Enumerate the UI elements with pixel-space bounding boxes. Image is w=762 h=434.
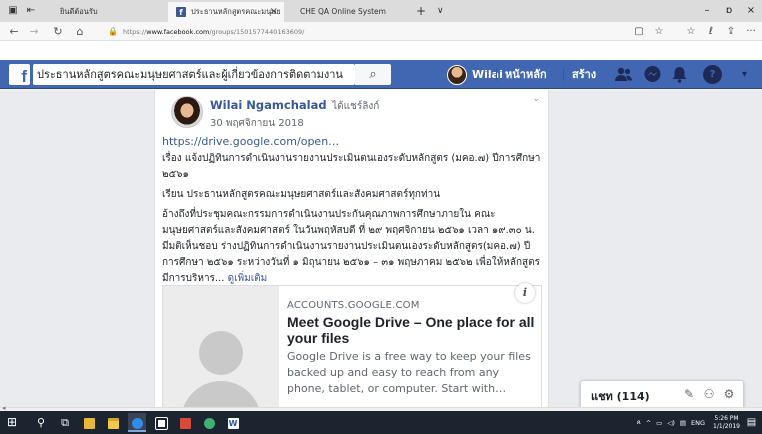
new-group-icon[interactable]: ⚇ [701, 386, 717, 402]
word-icon[interactable]: W [224, 413, 242, 432]
post-line: อ้างถึงที่ประชุมคณะกรรมการดำเนินงานประกั… [162, 209, 541, 284]
set-aside-tabs-icon[interactable]: ⇤ [24, 4, 38, 17]
browser-tab-strip: ▣ ⇤ ยินดีต้อนรับ f ประธานหลักสูตรคณะมนุษย… [0, 0, 762, 22]
start-windows-icon[interactable]: ⊞ [3, 413, 21, 432]
share-icon[interactable]: ⇪ [724, 24, 738, 39]
more-options-icon[interactable]: ··· [744, 24, 758, 39]
edge-browser-icon[interactable] [128, 413, 146, 432]
window-controls: – ɒ × [696, 0, 762, 22]
search-input[interactable]: ประธานหลักสูตรคณะมนุษยศาสตร์และผู้เกี่ยว… [33, 64, 355, 85]
caret-down-icon[interactable]: ▾ [735, 65, 754, 84]
battery-icon[interactable]: ▭ [656, 419, 662, 427]
lock-icon: 🔒 [108, 27, 118, 36]
facebook-favicon-icon: f [176, 7, 186, 17]
chat-app-icon[interactable] [200, 413, 218, 432]
task-view-icon[interactable]: ⧉ [56, 413, 74, 432]
post-timestamp[interactable]: 30 พฤศจิกายน 2018 [210, 116, 304, 131]
system-tray: ጸ ^ ▭ ◁) ▤ ENG 5:26 PM 1/1/2019 [637, 411, 740, 434]
store-icon[interactable] [80, 413, 98, 432]
tab-label: ยินดีต้อนรับ [60, 7, 98, 16]
new-tab-button[interactable]: + [416, 2, 426, 20]
info-icon[interactable]: i [515, 283, 535, 303]
maximize-button[interactable]: ɒ [718, 0, 740, 22]
refresh-button[interactable]: ↻ [50, 24, 66, 39]
tab-list-chevron-icon[interactable]: ∨ [437, 2, 444, 20]
favorite-star-icon[interactable]: ☆ [652, 24, 666, 39]
url-prefix: https:// [122, 28, 147, 36]
profile-link[interactable]: Wilai [447, 64, 503, 85]
tab-welcome[interactable]: ยินดีต้อนรับ [52, 2, 164, 22]
see-more-link[interactable]: ดูเพิ่มเติม [228, 273, 268, 284]
volume-icon[interactable]: ◁) [667, 419, 675, 427]
bell-icon[interactable] [670, 65, 689, 84]
nav-home-link[interactable]: หน้าหลัก [505, 64, 547, 85]
settings-gear-icon[interactable]: ⚙ [721, 386, 737, 402]
close-window-button[interactable]: × [740, 0, 762, 22]
search-icon[interactable]: ⌕ [355, 64, 391, 85]
file-explorer-icon[interactable] [104, 413, 122, 432]
clock-time: 5:26 PM [714, 414, 739, 422]
network-icon[interactable]: ▤ [680, 419, 686, 427]
help-icon[interactable]: ? [703, 65, 722, 84]
post-line: เรียน ประธานหลักสูตรคณะมนุษยศาสตร์และสัง… [162, 189, 441, 200]
search-icon[interactable]: ⚲ [32, 413, 50, 432]
tab-facebook-group[interactable]: f ประธานหลักสูตรคณะมนุษย × [168, 2, 284, 22]
post-action-text: ได้แชร์ลิงก์ [332, 101, 380, 112]
home-button[interactable]: ⌂ [72, 24, 88, 39]
mail-icon[interactable] [152, 413, 170, 432]
post-header: Wilai Ngamchalad ได้แชร์ลิงก์ [210, 98, 379, 114]
preview-description: Google Drive is a free way to keep your … [287, 350, 531, 395]
clock-date: 1/1/2019 [713, 422, 740, 430]
author-avatar[interactable] [171, 96, 203, 128]
chat-sidebar-tab[interactable]: แชท (114) ✎ ⚇ ⚙ [580, 380, 744, 407]
user-name: Wilai [472, 68, 503, 81]
post-body: https://drive.google.com/open… เรื่อง แจ… [162, 134, 542, 287]
tab-preview-icon[interactable]: ▣ [6, 4, 20, 17]
facebook-header: f ประธานหลักสูตรคณะมนุษยศาสตร์และผู้เกี่… [0, 60, 762, 89]
language-indicator[interactable]: ENG [691, 419, 705, 427]
tab-label: CHE QA Online System [300, 7, 386, 16]
post-options-chevron-icon[interactable]: ⌄ [532, 94, 540, 104]
link-preview-card[interactable]: ACCOUNTS.GOOGLE.COM Meet Google Drive – … [162, 283, 542, 407]
address-bar-row: ← → ↻ ⌂ 🔒 https://www.facebook.com/groups… [0, 22, 762, 41]
outlook-icon[interactable] [176, 413, 194, 432]
chat-label: แชท (114) [591, 390, 650, 403]
url-path: /groups/1501577440163609/ [209, 28, 305, 36]
feed-area: Wilai Ngamchalad ได้แชร์ลิงก์ 30 พฤศจิกา… [0, 90, 762, 407]
action-center-icon[interactable]: ▤ [745, 416, 758, 429]
windows-taskbar: ⊞ ⚲ ⧉ W ጸ ^ ▭ ◁) ▤ ENG 5:26 PM 1/1/2019 … [0, 411, 762, 434]
preview-domain: ACCOUNTS.GOOGLE.COM [287, 300, 420, 311]
friends-icon[interactable] [614, 65, 633, 84]
clock[interactable]: 5:26 PM 1/1/2019 [713, 415, 740, 431]
reading-view-icon[interactable]: ▢ [632, 24, 646, 39]
tab-close-icon[interactable]: × [270, 2, 278, 22]
people-icon[interactable]: ጸ [637, 418, 641, 427]
tab-che-qa[interactable]: CHE QA Online System [284, 2, 410, 22]
nav-create-link[interactable]: สร้าง [572, 64, 596, 85]
avatar [447, 64, 467, 85]
post-author[interactable]: Wilai Ngamchalad [210, 98, 327, 112]
back-button[interactable]: ← [6, 24, 22, 39]
address-input[interactable]: 🔒 https://www.facebook.com/groups/1501577… [108, 25, 408, 38]
compose-icon[interactable]: ✎ [681, 386, 697, 402]
tab-label: ประธานหลักสูตรคณะมนุษย [191, 7, 281, 16]
favorites-hub-icon[interactable]: ☆ [684, 24, 698, 39]
post-card: Wilai Ngamchalad ได้แชร์ลิงก์ 30 พฤศจิกา… [154, 90, 549, 407]
minimize-button[interactable]: – [696, 0, 718, 22]
post-line: เรื่อง แจ้งปฏิทินการดำเนินงานรายงานประเม… [162, 153, 541, 180]
messenger-icon[interactable] [643, 65, 662, 84]
url-domain: www.facebook.com [146, 28, 210, 36]
preview-title[interactable]: Meet Google Drive – One place for all yo… [287, 314, 535, 346]
browser-toolbar: ▢ ☆ ☆ ℓ ⇪ ··· [632, 24, 758, 39]
show-hidden-icons-chevron-icon[interactable]: ^ [646, 419, 651, 427]
preview-placeholder-image [163, 286, 279, 407]
shared-link[interactable]: https://drive.google.com/open… [162, 135, 339, 148]
facebook-logo-icon[interactable]: f [9, 64, 30, 86]
forward-button[interactable]: → [26, 24, 42, 39]
web-note-pen-icon[interactable]: ℓ [704, 24, 718, 39]
